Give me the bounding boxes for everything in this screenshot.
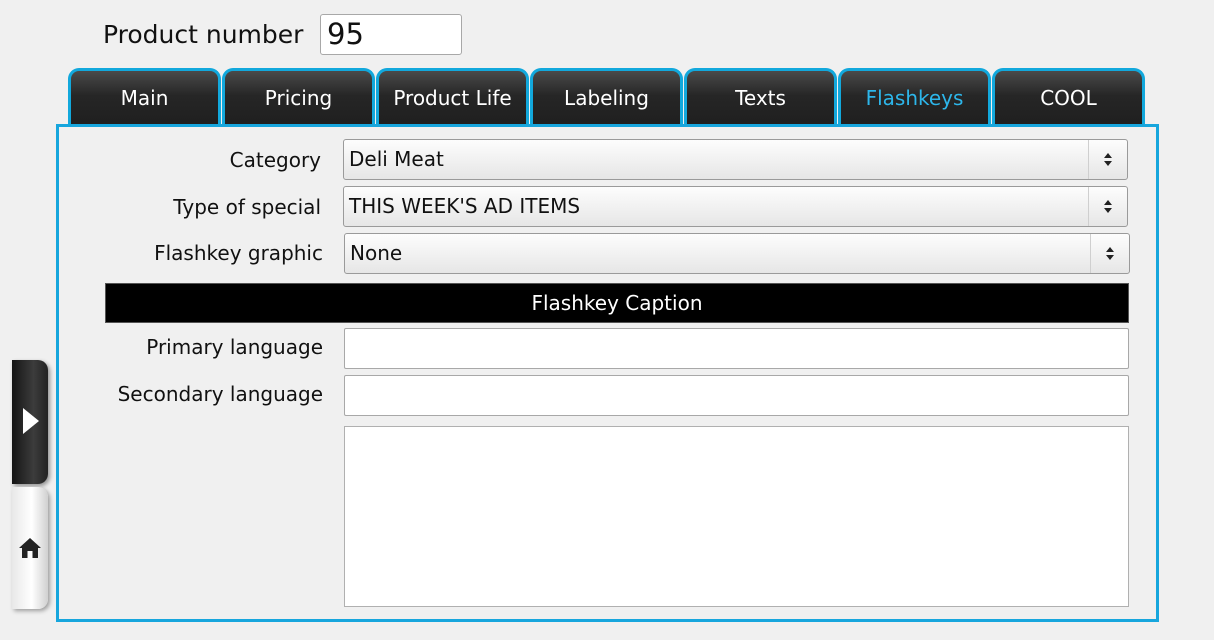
caption-text-area[interactable] — [344, 426, 1129, 607]
select-arrows-icon — [1090, 234, 1129, 273]
primary-language-label: Primary language — [146, 335, 323, 359]
tab-product-life[interactable]: Product Life — [376, 68, 529, 126]
secondary-language-input[interactable] — [344, 375, 1129, 416]
type-of-special-label: Type of special — [173, 195, 321, 219]
product-number-input[interactable]: 95 — [320, 14, 462, 55]
category-label: Category — [229, 148, 321, 172]
home-button[interactable] — [12, 487, 48, 609]
tab-pricing[interactable]: Pricing — [222, 68, 375, 126]
secondary-language-label: Secondary language — [117, 382, 323, 406]
flashkey-graphic-select[interactable]: None — [344, 233, 1130, 274]
play-arrow-icon — [23, 408, 39, 434]
category-value: Deli Meat — [349, 147, 444, 171]
tab-cool[interactable]: COOL — [992, 68, 1145, 126]
flashkey-graphic-value: None — [350, 241, 403, 265]
home-icon — [19, 538, 41, 558]
category-select[interactable]: Deli Meat — [343, 139, 1128, 180]
primary-language-input[interactable] — [344, 328, 1129, 369]
tab-flashkeys[interactable]: Flashkeys — [838, 68, 991, 126]
select-arrows-icon — [1088, 187, 1127, 226]
flashkey-graphic-label: Flashkey graphic — [154, 241, 323, 265]
tab-texts[interactable]: Texts — [684, 68, 837, 126]
product-number-label: Product number — [103, 20, 304, 49]
type-of-special-value: THIS WEEK'S AD ITEMS — [349, 194, 581, 218]
select-arrows-icon — [1088, 140, 1127, 179]
flashkey-caption-header: Flashkey Caption — [105, 283, 1129, 323]
tab-labeling[interactable]: Labeling — [530, 68, 683, 126]
tab-main[interactable]: Main — [68, 68, 221, 126]
side-expand-button[interactable] — [12, 360, 48, 484]
type-of-special-select[interactable]: THIS WEEK'S AD ITEMS — [343, 186, 1128, 227]
